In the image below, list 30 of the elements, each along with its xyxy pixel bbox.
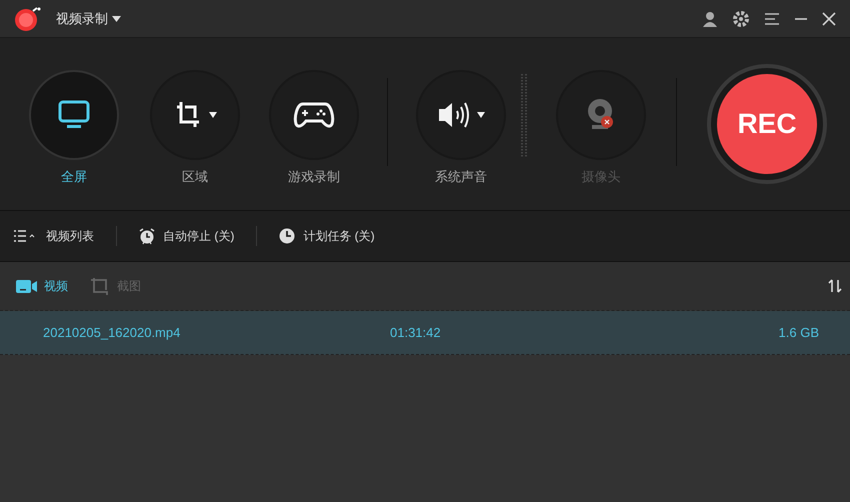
clock-icon	[279, 228, 296, 244]
gamepad-icon	[293, 101, 335, 129]
caret-icon	[477, 112, 485, 118]
video-camera-icon	[16, 280, 37, 292]
app-logo-icon	[14, 6, 42, 32]
clock-toolbar-button[interactable]: 计划任务 (关)	[279, 227, 375, 245]
title-dropdown[interactable]: 视频录制	[56, 8, 121, 28]
mode-label: 系统声音	[435, 168, 487, 186]
close-icon[interactable]	[822, 12, 836, 26]
speaker-icon	[437, 100, 471, 130]
settings-icon[interactable]	[732, 10, 750, 28]
alarm-clock-icon	[139, 228, 155, 244]
caret-icon	[209, 112, 217, 118]
monitor-icon	[58, 100, 90, 130]
menu-icon[interactable]	[764, 12, 780, 26]
mode-label: 全屏	[61, 168, 87, 186]
mode-label: 游戏录制	[288, 168, 340, 186]
file-size: 1.6 GB	[778, 324, 820, 342]
video-tab[interactable]: 视频	[16, 277, 68, 295]
mode-label: 区域	[182, 168, 208, 186]
duration: 01:31:42	[390, 324, 442, 342]
user-icon[interactable]	[702, 10, 718, 26]
crop-icon	[90, 277, 110, 295]
alarm-toolbar-button[interactable]: 自动停止 (关)	[139, 227, 234, 245]
list-toolbar-button[interactable]: 视频列表	[14, 227, 94, 245]
sort-icon[interactable]	[828, 279, 842, 293]
caret-icon	[112, 16, 121, 22]
file-row[interactable]: 20210205_162020.mp4 01:31:42 1.6 GB	[0, 311, 850, 355]
file-name: 20210205_162020.mp4	[42, 324, 182, 342]
record-button[interactable]: REC	[717, 74, 817, 174]
